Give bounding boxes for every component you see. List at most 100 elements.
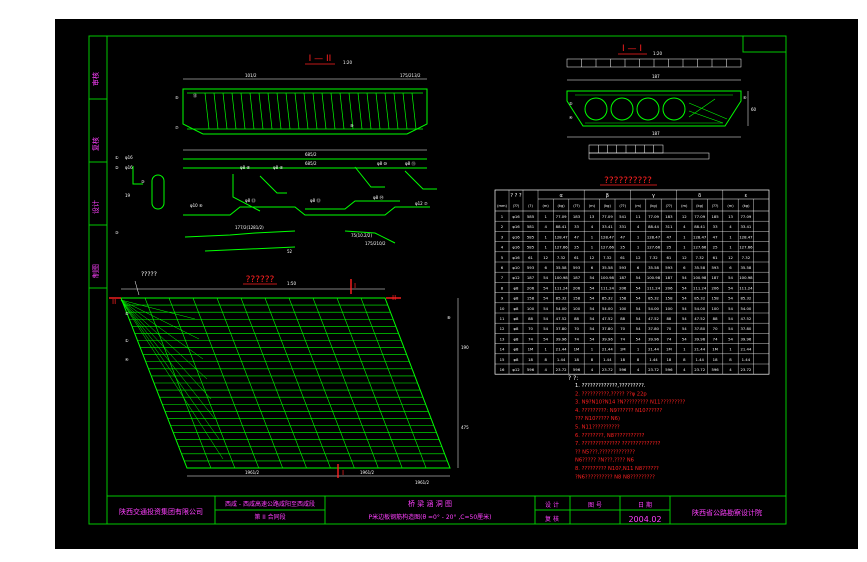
- table-cell: 25: [666, 245, 671, 250]
- table-cell: 54: [589, 296, 594, 301]
- table-group-header: α: [559, 193, 563, 199]
- table-cell: 35.58: [556, 265, 567, 270]
- svg-text:685/2: 685/2: [305, 152, 317, 157]
- table-cell: 61: [528, 255, 533, 260]
- table-cell: 1: [544, 234, 547, 239]
- table-cell: 39.96: [740, 336, 751, 341]
- table-cell: 185: [711, 214, 719, 219]
- table-cell: 18: [666, 357, 671, 362]
- table-cell: 13: [589, 214, 594, 219]
- table-col-header: (??): [712, 204, 719, 208]
- table-cell: 54: [728, 275, 733, 280]
- table-cell: 1: [729, 347, 732, 352]
- table-cell: 54: [728, 316, 733, 321]
- table-cell: 128.47: [693, 234, 707, 239]
- svg-text:①: ①: [115, 155, 119, 160]
- svg-text:⑤: ⑤: [175, 95, 179, 100]
- table-cell: 21.44: [648, 347, 659, 352]
- table-cell: 311: [665, 224, 673, 229]
- table-cell: 18: [620, 357, 625, 362]
- table-cell: 6: [544, 265, 547, 270]
- table-cell: 158: [573, 296, 581, 301]
- table-cell: 100.98: [601, 275, 615, 280]
- svg-text:⑦: ⑦: [175, 125, 179, 130]
- table-cell: 1: [683, 245, 686, 250]
- table-cell: 100.98: [554, 275, 568, 280]
- svg-text:φ16: φ16: [125, 155, 133, 160]
- table-cell: 8: [501, 285, 504, 290]
- svg-text:④: ④: [569, 115, 573, 120]
- svg-text:φ8 ⑩: φ8 ⑩: [377, 161, 387, 166]
- stirrup-line: [339, 92, 345, 130]
- stirrup-line: [204, 92, 210, 130]
- table-cell: 593: [619, 265, 627, 270]
- table-cell: 331: [619, 224, 627, 229]
- stirrup-line: [357, 92, 363, 130]
- table-cell: 74: [713, 336, 718, 341]
- table-cell: 15: [500, 357, 505, 362]
- table-cell: 6: [729, 265, 732, 270]
- table-cell: 12: [728, 255, 733, 260]
- table-cell: 54.00: [602, 306, 613, 311]
- table-col-header: (m): [635, 204, 642, 208]
- table-group-header: ? ? ?: [510, 193, 521, 199]
- table-cell: 54.00: [694, 306, 705, 311]
- svg-text:①: ①: [125, 338, 129, 343]
- stirrup-line: [411, 92, 417, 130]
- table-cell: 8: [544, 357, 547, 362]
- table-cell: 111.24: [554, 285, 568, 290]
- table-cell: 35.58: [694, 265, 705, 270]
- table-cell: 100.98: [647, 275, 661, 280]
- note-line: 5. N11??????????: [575, 425, 620, 431]
- svg-text:④: ④: [125, 357, 129, 362]
- table-cell: 88: [528, 316, 533, 321]
- svg-text:60: 60: [751, 107, 757, 112]
- table-cell: 158: [665, 296, 673, 301]
- table-col-header: (??): [513, 204, 520, 208]
- table-col-header: (mm): [497, 204, 507, 208]
- table-cell: 54: [682, 336, 687, 341]
- table-cell: 206: [573, 285, 581, 290]
- review-label: 复 核: [545, 515, 559, 523]
- table-cell: 74: [528, 336, 533, 341]
- table-cell: 128.47: [554, 234, 568, 239]
- table-cell: 206: [619, 285, 627, 290]
- table-cell: 128.47: [739, 234, 753, 239]
- table-cell: 47.52: [694, 316, 705, 321]
- table-cell: 127.66: [601, 245, 615, 250]
- table-cell: 47.52: [602, 316, 613, 321]
- table-cell: 1: [544, 347, 547, 352]
- stirrup-line: [249, 92, 255, 130]
- table-cell: 596: [573, 367, 581, 372]
- table-cell: 7.32: [557, 255, 566, 260]
- top-right-tab: [742, 35, 787, 53]
- table-cell: 23.72: [740, 367, 751, 372]
- svg-text:φ8 ⑨: φ8 ⑨: [273, 165, 283, 170]
- table-cell: 1.44: [557, 357, 566, 362]
- design-label: 设 计: [545, 501, 559, 509]
- table-cell: 54: [682, 316, 687, 321]
- table-cell: 54: [589, 306, 594, 311]
- table-cell: 8: [591, 357, 594, 362]
- table-cell: 13: [728, 214, 733, 219]
- table-group-header: ε: [745, 193, 748, 199]
- table-cell: 1.44: [695, 357, 704, 362]
- svg-text:φ8 ⑭: φ8 ⑭: [373, 194, 383, 200]
- table-cell: φ8: [514, 316, 520, 321]
- svg-text:19: 19: [125, 193, 131, 198]
- plan-view: ?????? 1:50 ????? 190 475 1961/2 1961/2 …: [109, 271, 469, 485]
- table-cell: 593: [573, 265, 581, 270]
- table-cell: 47: [666, 234, 671, 239]
- svg-text:φ8 ⑫: φ8 ⑫: [310, 197, 320, 203]
- side-tab-design: 设计: [91, 200, 100, 214]
- table-cell: 4: [683, 367, 686, 372]
- table-cell: φ8: [514, 357, 520, 362]
- table-cell: 585: [527, 214, 535, 219]
- table-cell: 4: [729, 224, 732, 229]
- table-cell: 1: [729, 245, 732, 250]
- table-cell: 596: [665, 367, 673, 372]
- stirrup-line: [303, 92, 309, 130]
- table-cell: 77.09: [694, 214, 705, 219]
- table-cell: 1M: [666, 347, 672, 352]
- table-cell: 7.32: [742, 255, 751, 260]
